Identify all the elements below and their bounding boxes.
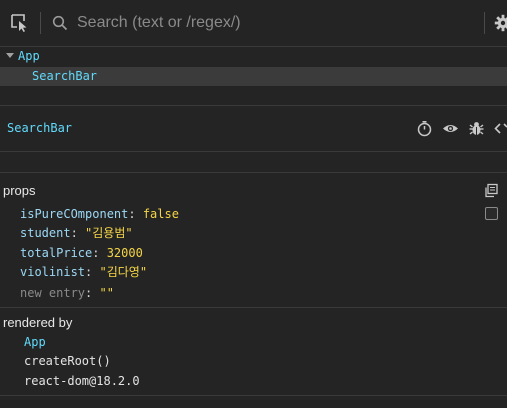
- tree-item-app[interactable]: App: [0, 47, 507, 66]
- tree-item-searchbar[interactable]: SearchBar: [0, 67, 507, 86]
- eye-icon[interactable]: [442, 120, 459, 137]
- divider: [0, 151, 507, 152]
- prop-key: isPureCOmponent: [20, 207, 129, 221]
- prop-value[interactable]: "김용범": [85, 226, 133, 240]
- props-section-title: props: [3, 183, 36, 198]
- caret-down-icon[interactable]: [6, 53, 14, 58]
- prop-row[interactable]: totalPrice: 32000: [20, 244, 143, 262]
- code-icon[interactable]: [494, 120, 507, 137]
- search-icon: [52, 15, 68, 31]
- prop-value[interactable]: false: [143, 207, 179, 221]
- rendered-by-item: react-dom@18.2.0: [24, 374, 140, 388]
- divider: [0, 172, 507, 173]
- prop-value[interactable]: "김다영": [99, 265, 147, 279]
- prop-key: student: [20, 226, 71, 240]
- prop-key: totalPrice: [20, 246, 93, 260]
- prop-key: violinist: [20, 265, 86, 279]
- prop-value[interactable]: 32000: [107, 246, 143, 260]
- toolbar-divider: [40, 12, 41, 34]
- new-entry-row[interactable]: new entry: "": [20, 284, 114, 302]
- bug-icon[interactable]: [468, 120, 485, 137]
- prop-row[interactable]: violinist: "김다영": [20, 263, 147, 281]
- rendered-by-item: createRoot(): [24, 354, 111, 368]
- new-entry-value[interactable]: "": [99, 286, 113, 300]
- prop-row[interactable]: student: "김용범": [20, 224, 133, 242]
- selected-component-name: SearchBar: [7, 121, 73, 135]
- divider: [0, 395, 507, 396]
- search-input[interactable]: [77, 12, 457, 34]
- rendered-by-owner-app[interactable]: App: [24, 333, 46, 351]
- tree-item-label: App: [18, 49, 40, 63]
- new-entry-key[interactable]: new entry: [20, 286, 85, 300]
- divider: [0, 307, 507, 308]
- selected-component-header: SearchBar: [0, 106, 507, 151]
- stopwatch-icon[interactable]: [416, 120, 433, 137]
- select-element-icon[interactable]: [10, 13, 30, 33]
- gear-icon[interactable]: [494, 14, 507, 32]
- tree-item-label: SearchBar: [32, 69, 98, 83]
- rendered-by-title: rendered by: [3, 315, 73, 330]
- copy-icon[interactable]: [483, 183, 499, 199]
- prop-row[interactable]: isPureCOmponent: false: [20, 205, 179, 223]
- toolbar: [0, 0, 507, 47]
- checkbox[interactable]: [485, 207, 498, 220]
- toolbar-divider: [484, 12, 485, 34]
- component-tree: App SearchBar: [0, 47, 507, 105]
